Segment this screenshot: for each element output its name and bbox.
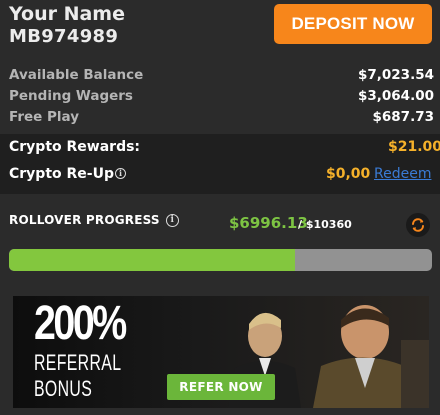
balance-value: $7,023.54	[357, 67, 434, 83]
info-icon[interactable]: i	[165, 214, 179, 227]
user-name: Your Name	[9, 3, 125, 25]
rollover-label-group: ROLLOVER PROGRESS i	[9, 213, 179, 227]
rollover-progress-bar	[9, 249, 432, 271]
balance-label: Pending Wagers	[9, 88, 133, 104]
crypto-reup-value: $0,00	[326, 166, 371, 182]
crypto-reup-row: Crypto Re-Up i $0,00 Redeem	[0, 166, 440, 188]
rollover-amount: $6996.13	[229, 214, 308, 232]
info-icon[interactable]: i	[115, 168, 126, 179]
rollover-label: ROLLOVER PROGRESS	[9, 213, 160, 227]
crypto-rewards-row: Crypto Rewards: $21.00	[0, 139, 440, 161]
balance-value: $3,064.00	[357, 88, 434, 104]
balance-row-pending: Pending Wagers $3,064.00	[0, 88, 440, 108]
account-header: Your Name MB974989 DEPOSIT NOW	[0, 0, 440, 52]
crypto-rewards-label: Crypto Rewards:	[9, 139, 141, 155]
crypto-reup-label: Crypto Re-Up	[9, 166, 114, 182]
balance-label: Available Balance	[9, 67, 144, 83]
balance-value: $687.73	[372, 109, 435, 125]
balance-row-freeplay: Free Play $687.73	[0, 109, 440, 129]
crypto-reup-label-group: Crypto Re-Up i	[9, 166, 126, 182]
refresh-button[interactable]	[406, 213, 430, 237]
redeem-link[interactable]: Redeem	[374, 166, 431, 182]
banner-line-2: BONUS	[34, 376, 93, 401]
rollover-progress-fill	[9, 249, 295, 271]
banner-line-1: REFERRAL	[34, 350, 122, 375]
balance-label: Free Play	[9, 109, 80, 125]
refresh-icon	[412, 218, 424, 232]
referral-banner[interactable]: 200% REFERRAL BONUS REFER NOW	[13, 296, 429, 408]
balance-row-available: Available Balance $7,023.54	[0, 67, 440, 87]
deposit-now-button[interactable]: DEPOSIT NOW	[274, 4, 432, 44]
user-id: MB974989	[9, 26, 119, 47]
refer-now-button[interactable]: REFER NOW	[167, 374, 275, 400]
banner-headline: 200%	[34, 297, 127, 350]
crypto-section: Crypto Rewards: $21.00 Crypto Re-Up i $0,…	[0, 134, 440, 194]
crypto-rewards-value: $21.00	[388, 139, 440, 155]
rollover-total: / $10360	[298, 218, 352, 231]
